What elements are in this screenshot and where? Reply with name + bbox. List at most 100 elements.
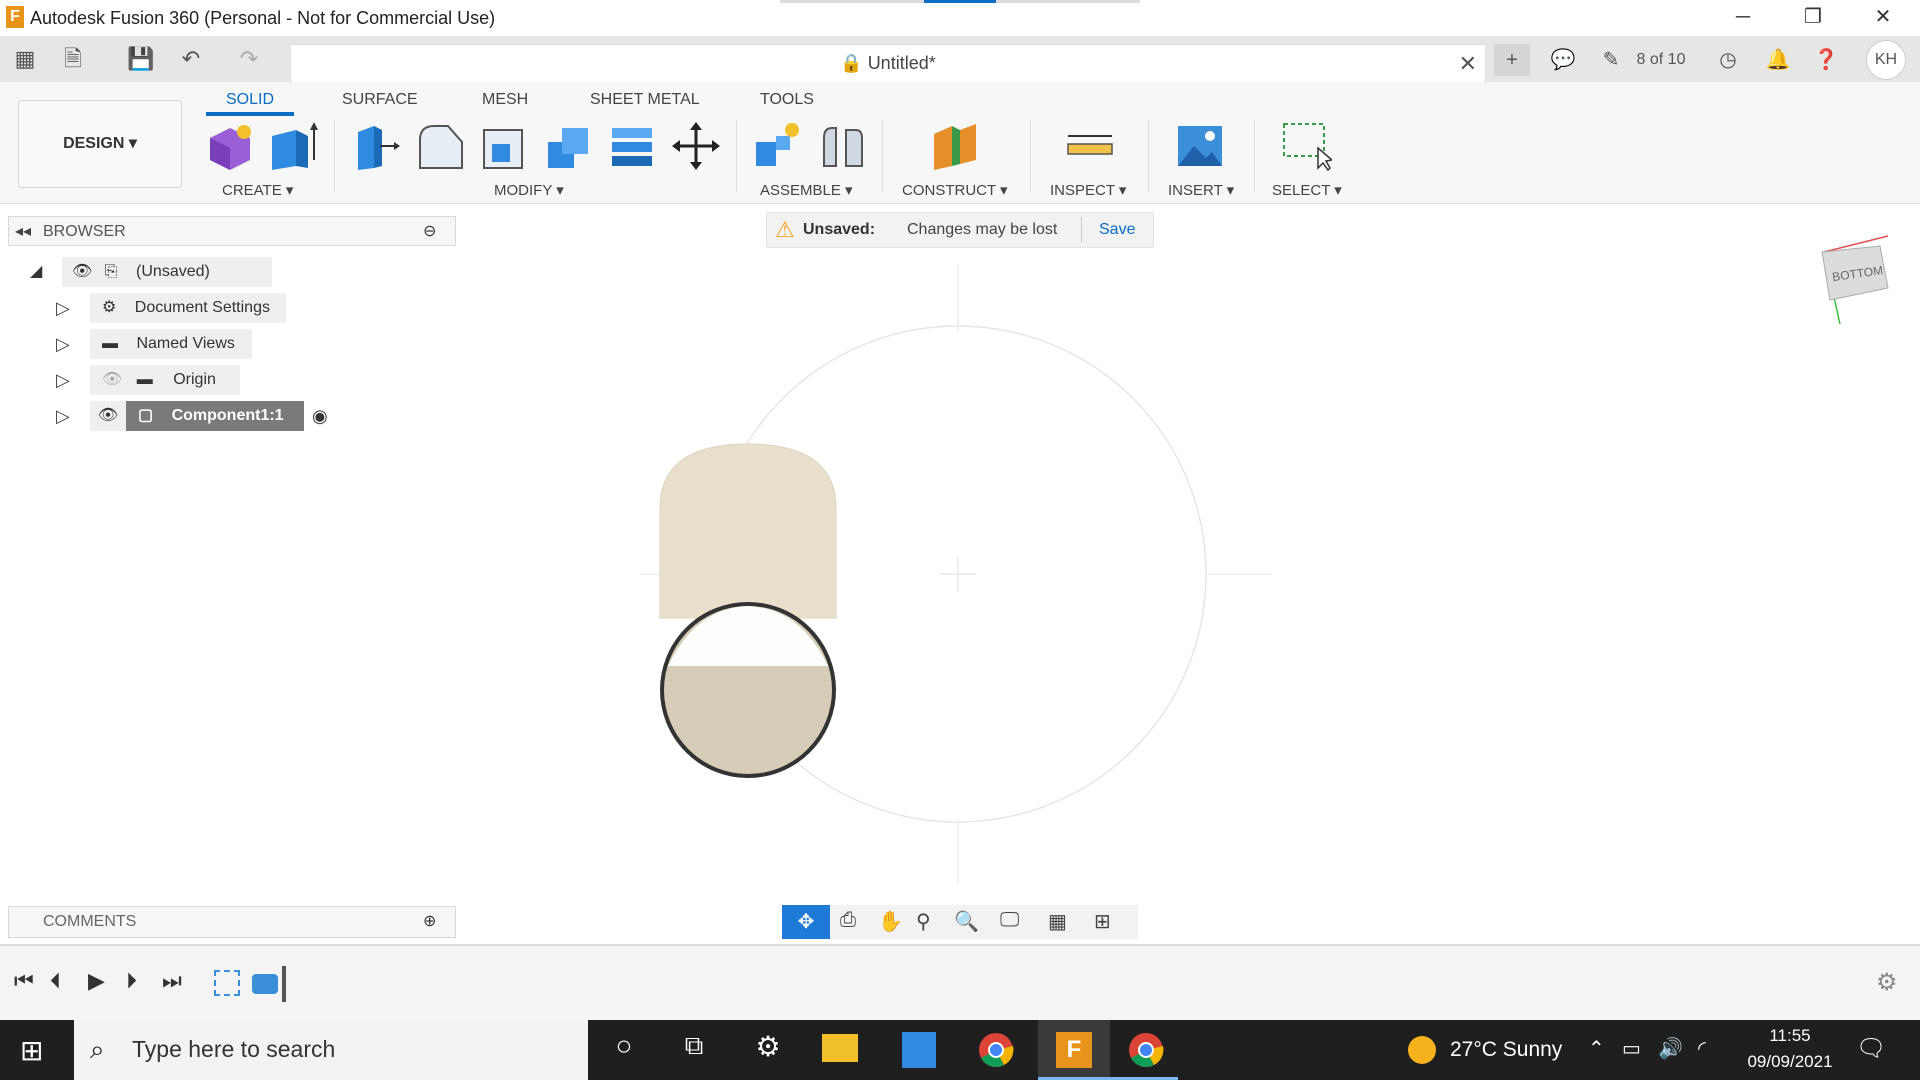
restore-button[interactable]: ❐ <box>1778 0 1848 36</box>
settings-gear-icon[interactable]: ⚙ <box>744 1030 792 1070</box>
chrome-icon[interactable] <box>978 1032 1014 1068</box>
weather-sun-icon[interactable] <box>1408 1036 1436 1064</box>
new-assembly-component-icon[interactable] <box>752 120 804 172</box>
modify-menu[interactable]: MODIFY ▾ <box>494 181 564 199</box>
eye-icon[interactable]: 👁 <box>90 401 126 431</box>
assemble-menu[interactable]: ASSEMBLE ▾ <box>760 181 853 199</box>
tab-sheet-metal[interactable]: SHEET METAL <box>590 91 700 109</box>
version-count[interactable]: 8 of 10 <box>1626 44 1696 76</box>
minimize-panel-icon[interactable]: ⊖ <box>423 221 436 241</box>
winrar-icon[interactable] <box>902 1032 936 1068</box>
select-menu[interactable]: SELECT ▾ <box>1272 181 1342 199</box>
taskbar-search[interactable]: ⌕ Type here to search <box>74 1020 588 1080</box>
play-icon[interactable]: ▶ <box>88 968 105 994</box>
fillet-icon[interactable] <box>414 120 466 172</box>
undo-icon[interactable]: ↶ <box>176 44 206 74</box>
collapse-triangle-icon[interactable]: ◢ <box>30 257 42 287</box>
expand-chevron-icon[interactable]: ▷ <box>56 293 76 318</box>
document-tab[interactable]: 🔒 Untitled* ✕ <box>290 44 1486 84</box>
close-button[interactable]: ✕ <box>1848 0 1918 36</box>
workspace-switcher[interactable]: DESIGN ▾ <box>18 100 182 188</box>
activate-radio-icon[interactable]: ◉ <box>312 401 328 431</box>
collapse-browser-icon[interactable]: ◂◂ <box>15 221 31 241</box>
tree-item-row[interactable]: ▢ Component1:1 <box>126 401 304 431</box>
tab-solid[interactable]: SOLID <box>226 91 274 109</box>
tree-item-row[interactable]: ▬ Named Views <box>90 329 252 359</box>
grid-icon[interactable]: ▦ <box>1048 909 1067 934</box>
windows-start-icon[interactable]: ⊞ <box>20 1034 43 1067</box>
zoom-icon[interactable]: ⚲ <box>916 909 931 934</box>
expand-panel-icon[interactable]: ⊕ <box>423 907 436 937</box>
look-at-icon[interactable]: ⎙ <box>840 909 856 932</box>
orbit-icon[interactable]: ✥ <box>782 905 830 939</box>
fusion-taskbar-button[interactable]: F <box>1038 1020 1110 1080</box>
expand-chevron-icon[interactable]: ▷ <box>56 401 76 426</box>
step-forward-icon[interactable]: ⏵ <box>126 968 137 994</box>
timeline-extrude-feature-icon[interactable] <box>252 974 278 994</box>
extrude-icon[interactable] <box>266 120 318 172</box>
timeline-sketch-feature-icon[interactable] <box>214 970 240 996</box>
combine-icon[interactable] <box>542 120 594 172</box>
insert-image-icon[interactable] <box>1174 120 1226 172</box>
construct-menu[interactable]: CONSTRUCT ▾ <box>902 181 1008 199</box>
tree-item-row[interactable]: ⚙ Document Settings <box>90 293 286 323</box>
timeline-settings-gear-icon[interactable]: ⚙ <box>1876 968 1898 997</box>
comments-panel[interactable]: COMMENTS ⊕ <box>8 906 456 938</box>
task-view-icon[interactable]: ⧉ <box>670 1030 718 1070</box>
expand-chevron-icon[interactable]: ▷ <box>56 329 76 354</box>
weather-text[interactable]: 27°C Sunny <box>1450 1038 1562 1062</box>
close-document-icon[interactable]: ✕ <box>1459 51 1477 77</box>
file-menu-icon[interactable]: 🗎 <box>58 44 88 74</box>
offset-plane-icon[interactable] <box>930 120 982 172</box>
minimize-button[interactable]: ─ <box>1708 0 1778 36</box>
pan-icon[interactable]: ✋ <box>878 909 903 934</box>
help-icon[interactable]: ❓ <box>1810 44 1842 76</box>
skip-start-icon[interactable]: ⏮ <box>14 968 34 994</box>
tree-item-named-views[interactable]: ▷ ▬ Named Views <box>56 329 296 359</box>
app-grid-icon[interactable]: ▦ <box>10 44 40 74</box>
cortana-icon[interactable]: ○ <box>600 1030 648 1070</box>
tree-item-document-settings[interactable]: ▷ ⚙ Document Settings <box>56 293 296 323</box>
design-canvas[interactable] <box>456 248 1920 900</box>
chrome-icon[interactable] <box>1128 1032 1164 1068</box>
joint-icon[interactable] <box>816 120 868 172</box>
volume-icon[interactable]: 🔊 <box>1658 1036 1683 1061</box>
tab-tools[interactable]: TOOLS <box>760 91 814 109</box>
tray-chevron-icon[interactable]: ⌃ <box>1588 1036 1605 1061</box>
notification-center-icon[interactable]: 🗨 <box>1856 1034 1886 1063</box>
inspect-menu[interactable]: INSPECT ▾ <box>1050 181 1126 199</box>
shell-icon[interactable] <box>478 120 530 172</box>
tab-mesh[interactable]: MESH <box>482 91 528 109</box>
expand-chevron-icon[interactable]: ▷ <box>56 365 76 390</box>
version-icon[interactable]: ✎ <box>1596 44 1626 76</box>
redo-icon[interactable]: ↷ <box>234 44 264 74</box>
fit-icon[interactable]: 🔍 <box>954 909 979 934</box>
notifications-icon[interactable]: 🔔 <box>1762 44 1794 76</box>
select-window-icon[interactable] <box>1280 120 1332 172</box>
hidden-eye-icon[interactable]: 👁 <box>102 371 122 388</box>
new-tab-icon[interactable]: + <box>1494 44 1530 76</box>
move-copy-icon[interactable] <box>670 120 722 172</box>
display-settings-icon[interactable]: 🖵 <box>1000 909 1019 932</box>
wifi-icon[interactable]: ◜ <box>1698 1036 1706 1061</box>
tab-surface[interactable]: SURFACE <box>342 91 418 109</box>
tree-item-row[interactable]: 👁 ▬ Origin <box>90 365 240 395</box>
viewports-icon[interactable]: ⊞ <box>1094 909 1111 934</box>
job-status-icon[interactable]: ◷ <box>1712 44 1744 76</box>
new-component-icon[interactable] <box>204 120 256 172</box>
tree-item-component[interactable]: ▷ 👁 ▢ Component1:1 ◉ <box>56 401 356 431</box>
tree-item-origin[interactable]: ▷ 👁 ▬ Origin <box>56 365 296 395</box>
file-explorer-icon[interactable] <box>822 1034 858 1062</box>
clock-time[interactable]: 11:55 <box>1740 1026 1840 1046</box>
save-link[interactable]: Save <box>1099 213 1135 247</box>
measure-icon[interactable] <box>1064 120 1116 172</box>
tree-root-row[interactable]: 👁 ⎘ (Unsaved) <box>62 257 272 287</box>
timeline-marker[interactable] <box>282 966 286 1002</box>
save-icon[interactable]: 💾 <box>126 44 156 74</box>
clock-date[interactable]: 09/09/2021 <box>1730 1052 1850 1072</box>
offset-face-icon[interactable] <box>606 120 658 172</box>
battery-icon[interactable]: ▭ <box>1622 1036 1641 1061</box>
viewcube[interactable]: BOTTOM <box>1810 228 1894 328</box>
step-back-icon[interactable]: ⏴ <box>50 968 61 994</box>
tree-root[interactable]: ◢ 👁 ⎘ (Unsaved) <box>30 257 272 287</box>
